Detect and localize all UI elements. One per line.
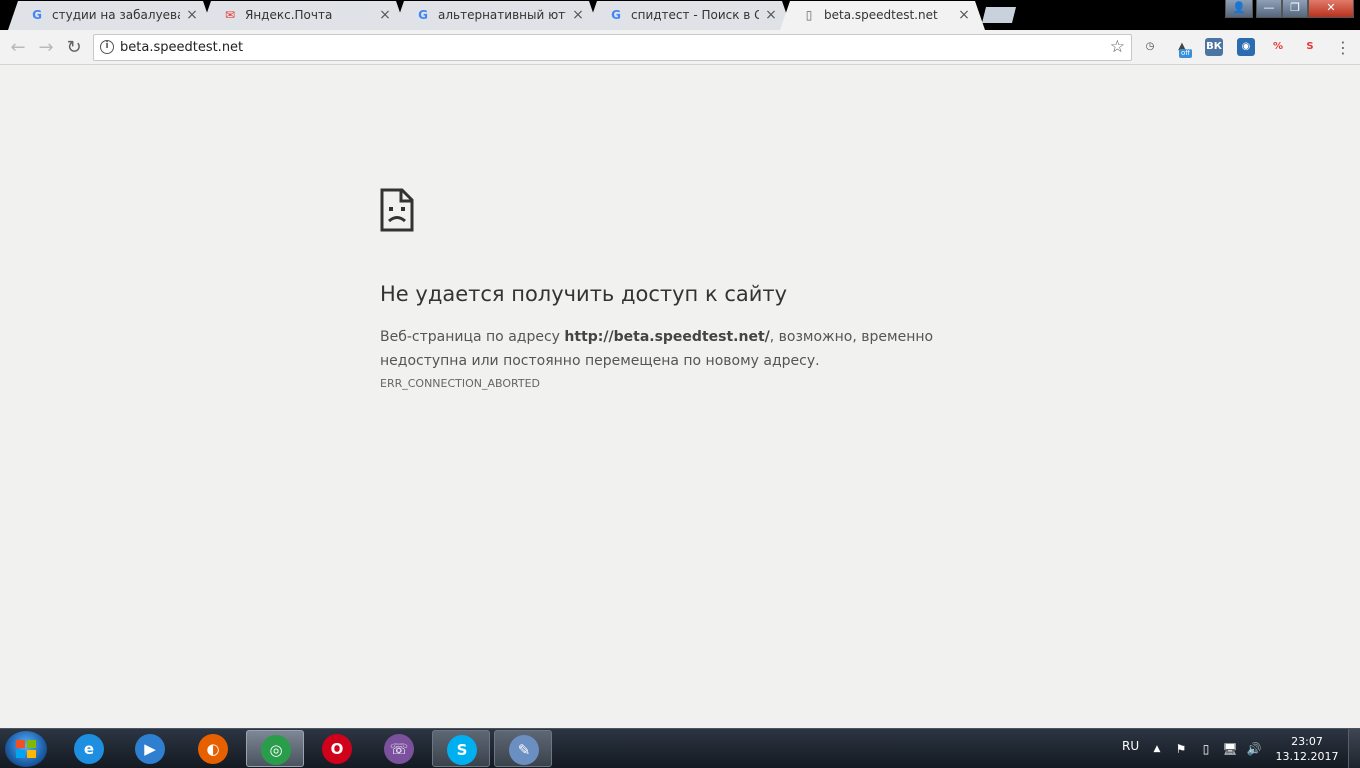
chrome-icon: ◎ <box>261 735 291 765</box>
windows-logo-icon <box>16 740 36 758</box>
tab-close-icon[interactable]: × <box>957 7 971 23</box>
tab-close-icon[interactable]: × <box>571 7 585 23</box>
speedometer-extension-icon[interactable]: ◷ <box>1141 38 1159 56</box>
tab-1[interactable]: Gстудии на забалуева - П × <box>8 1 213 30</box>
taskbar-app-1[interactable]: e <box>60 730 118 767</box>
error-code: ERR_CONNECTION_ABORTED <box>380 377 541 390</box>
yandex-mail-icon: ✉ <box>224 8 236 22</box>
forward-button[interactable]: → <box>35 37 57 59</box>
clock-date: 13.12.2017 <box>1275 750 1339 763</box>
clock-time: 23:07 <box>1291 735 1323 748</box>
google-icon: G <box>32 8 42 22</box>
page-icon: ▯ <box>805 8 813 22</box>
paint-icon: ✎ <box>509 735 539 765</box>
start-button[interactable] <box>5 731 47 767</box>
browser-window: Gстудии на забалуева - П×✉Яндекс.Почта×G… <box>0 0 1360 768</box>
network-icon[interactable]: 🖥 <box>1222 741 1238 757</box>
tab-close-icon[interactable]: × <box>764 7 778 23</box>
sad-page-icon <box>380 188 414 232</box>
action-center-icon[interactable]: ⚑ <box>1173 741 1189 757</box>
taskbar-app-2[interactable]: ▶ <box>121 730 179 767</box>
google-icon: G <box>611 8 621 22</box>
reload-button[interactable]: ↻ <box>63 37 85 59</box>
firefox-icon: ◐ <box>198 734 228 764</box>
menu-icon[interactable]: ⋮ <box>1332 37 1354 59</box>
tab-3[interactable]: Gальтернативный ютуб - × <box>394 1 599 30</box>
browser-toolbar: ← → ↻ i beta.speedtest.net ☆ ◷ ▲ off ВК ◉% S … <box>0 30 1360 65</box>
percent-extension-icon[interactable]: % <box>1269 38 1287 56</box>
url-text[interactable]: beta.speedtest.net <box>120 40 243 56</box>
viber-icon: ☏ <box>384 734 414 764</box>
tab-title: Яндекс.Почта <box>245 8 333 22</box>
vk-extension-icon[interactable]: ВК <box>1205 38 1223 56</box>
tab-title: альтернативный ютуб - <box>438 8 566 22</box>
error-description: Веб-страница по адресу http://beta.speed… <box>380 325 980 373</box>
close-window-button[interactable]: ✕ <box>1308 0 1354 18</box>
google-icon: G <box>418 8 428 22</box>
s-extension-icon[interactable]: S <box>1301 38 1319 56</box>
tab-4[interactable]: Gспидтест - Поиск в Goo × <box>587 1 792 30</box>
taskbar-app-4[interactable]: ◎ <box>246 730 304 767</box>
media-player-icon: ▶ <box>135 734 165 764</box>
taskbar-app-8[interactable]: ✎ <box>494 730 552 767</box>
site-info-icon[interactable]: i <box>100 40 114 54</box>
tab-title: beta.speedtest.net <box>824 8 938 22</box>
tab-2[interactable]: ✉ Яндекс.Почта × <box>201 1 406 30</box>
language-indicator[interactable]: RU <box>1122 739 1139 768</box>
minimize-button[interactable]: — <box>1256 0 1282 18</box>
new-tab-button[interactable] <box>982 7 1016 23</box>
device-icon[interactable]: ▯ <box>1198 741 1214 757</box>
skype-icon: S <box>447 735 477 765</box>
user-icon[interactable]: 👤 <box>1225 0 1253 18</box>
tab-5[interactable]: ▯ beta.speedtest.net × <box>780 1 985 30</box>
tab-close-icon[interactable]: × <box>378 7 392 23</box>
taskbar-app-7[interactable]: S <box>432 730 490 767</box>
circle-extension-icon[interactable]: ◉ <box>1237 38 1255 56</box>
taskbar-app-5[interactable]: O <box>308 730 366 767</box>
error-page <box>0 66 1360 728</box>
error-url: http://beta.speedtest.net/ <box>564 329 770 345</box>
back-button[interactable]: ← <box>7 37 29 59</box>
clock[interactable]: 23:07 13.12.2017 <box>1274 734 1340 764</box>
taskbar-app-3[interactable]: ◐ <box>184 730 242 767</box>
taskbar-app-6[interactable]: ☏ <box>370 730 428 767</box>
taskbar: e ▶ ◐ ◎ O ☏ S ✎ RU ▲ ⚑ ▯ 🖥 🔊 23:07 13.12.2017 <box>0 728 1360 768</box>
extension-badge: off <box>1179 49 1193 58</box>
tab-strip: Gстудии на забалуева - П×✉Яндекс.Почта×G… <box>0 0 1360 30</box>
show-hidden-icons[interactable]: ▲ <box>1149 741 1165 757</box>
address-bar[interactable]: i beta.speedtest.net ☆ <box>93 34 1132 61</box>
tab-title: студии на забалуева - П <box>52 8 180 22</box>
volume-icon[interactable]: 🔊 <box>1246 741 1262 757</box>
opera-icon: O <box>322 734 352 764</box>
bookmark-star-icon[interactable]: ☆ <box>1110 37 1125 57</box>
internet-explorer-icon: e <box>74 734 104 764</box>
desc-prefix: Веб-страница по адресу <box>380 329 565 345</box>
tab-close-icon[interactable]: × <box>185 7 199 23</box>
tab-title: спидтест - Поиск в Goo <box>631 8 759 22</box>
maximize-button[interactable]: ❐ <box>1282 0 1308 18</box>
show-desktop-button[interactable] <box>1348 729 1360 768</box>
error-heading: Не удается получить доступ к сайту <box>380 282 788 306</box>
